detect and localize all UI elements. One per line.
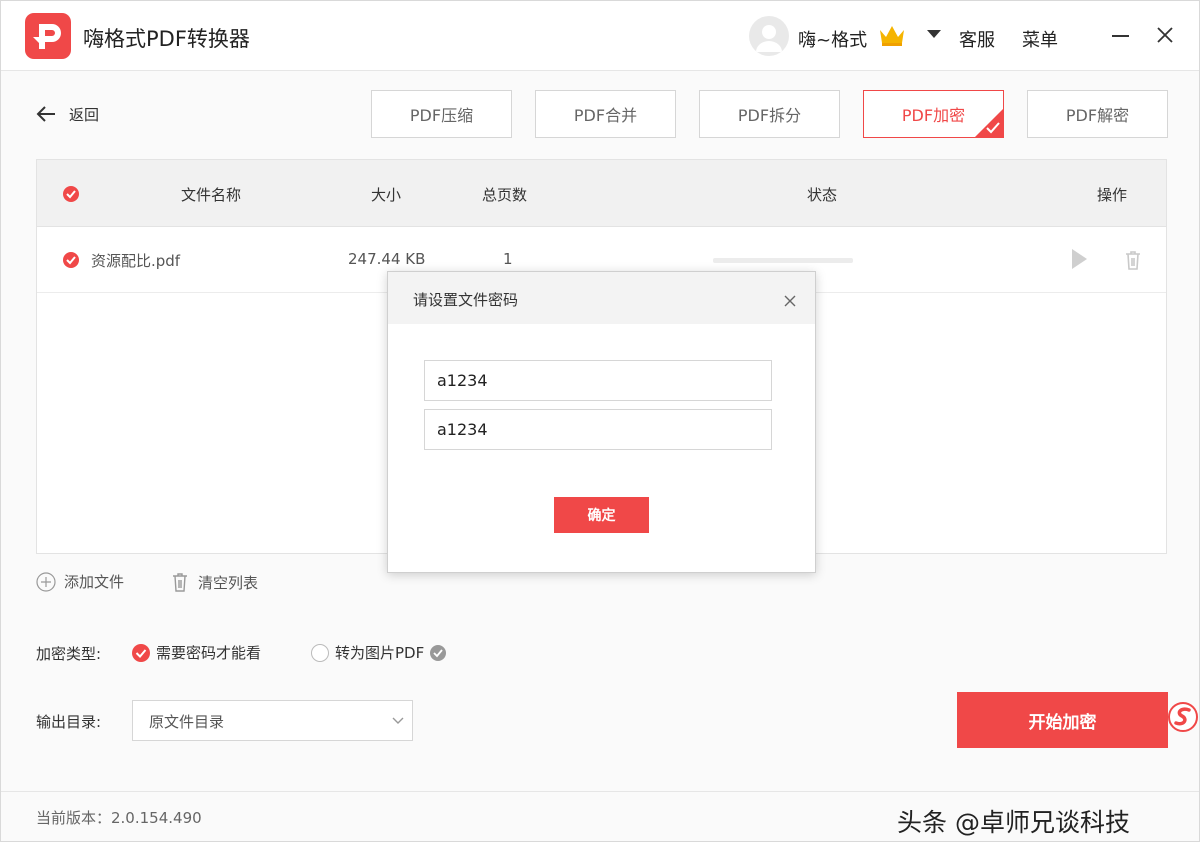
checkmark-icon — [63, 186, 79, 202]
help-icon[interactable] — [430, 645, 446, 661]
file-name: 资源配比.pdf — [91, 250, 180, 271]
vip-crown-icon — [877, 23, 907, 51]
radio-convert-to-image[interactable]: 转为图片PDF — [311, 642, 446, 663]
close-icon[interactable] — [784, 292, 796, 304]
title-bar: 嗨格式PDF转换器 嗨~格式 客服 菜单 — [1, 1, 1199, 71]
table-header: 文件名称 大小 总页数 状态 操作 — [37, 160, 1166, 227]
clear-list-label: 清空列表 — [198, 572, 258, 593]
sogou-ime-icon[interactable] — [1165, 697, 1200, 737]
tab-pdf-encrypt[interactable]: PDF加密 — [863, 90, 1004, 138]
minimize-icon[interactable] — [1112, 35, 1129, 37]
checkmark-icon — [63, 252, 79, 268]
tab-pdf-merge[interactable]: PDF合并 — [535, 90, 676, 138]
password-confirm-field[interactable] — [424, 409, 772, 450]
app-window: 嗨格式PDF转换器 嗨~格式 客服 菜单 返回 — [0, 0, 1200, 842]
tab-pdf-split[interactable]: PDF拆分 — [699, 90, 840, 138]
arrow-left-icon — [35, 104, 57, 124]
radio-unchecked-icon — [311, 644, 329, 662]
user-name[interactable]: 嗨~格式 — [798, 26, 867, 52]
status-progress-bar — [713, 258, 853, 263]
confirm-button[interactable]: 确定 — [554, 497, 649, 533]
select-all-checkbox[interactable] — [63, 186, 79, 202]
start-encrypt-button[interactable]: 开始加密 — [957, 692, 1168, 748]
file-size: 247.44 KB — [348, 250, 425, 268]
customer-service-link[interactable]: 客服 — [959, 26, 995, 52]
chevron-down-icon[interactable] — [927, 30, 941, 38]
password-dialog: 请设置文件密码 确定 — [387, 271, 816, 573]
column-header-action: 操作 — [1097, 184, 1127, 205]
column-header-status: 状态 — [807, 184, 837, 205]
radio-image-label: 转为图片PDF — [335, 642, 424, 663]
app-title: 嗨格式PDF转换器 — [83, 23, 250, 53]
output-dir-label: 输出目录: — [36, 711, 101, 732]
plus-circle-icon — [36, 572, 56, 592]
column-header-pages: 总页数 — [482, 184, 527, 205]
checkmark-icon — [986, 122, 1000, 134]
tab-pdf-compress[interactable]: PDF压缩 — [371, 90, 512, 138]
file-pages: 1 — [503, 250, 513, 268]
dialog-header: 请设置文件密码 — [388, 272, 815, 324]
radio-checked-icon — [132, 644, 150, 662]
watermark-text: 头条 @卓师兄谈科技 — [897, 803, 1130, 839]
dialog-title: 请设置文件密码 — [413, 289, 518, 310]
add-file-label: 添加文件 — [64, 571, 124, 592]
output-dir-value: 原文件目录 — [149, 711, 224, 732]
password-field[interactable] — [424, 360, 772, 401]
output-dir-select[interactable]: 原文件目录 — [132, 700, 413, 741]
tab-pdf-decrypt[interactable]: PDF解密 — [1027, 90, 1168, 138]
version-text: 当前版本：2.0.154.490 — [36, 807, 202, 828]
row-checkbox[interactable] — [63, 252, 79, 268]
column-header-name: 文件名称 — [181, 184, 241, 205]
clear-list-button[interactable]: 清空列表 — [170, 571, 258, 593]
radio-password-required[interactable]: 需要密码才能看 — [132, 642, 261, 663]
chevron-down-icon — [392, 717, 404, 725]
add-file-button[interactable]: 添加文件 — [36, 571, 124, 592]
app-logo-icon — [25, 13, 71, 59]
trash-icon[interactable] — [1123, 249, 1143, 275]
back-label: 返回 — [69, 104, 99, 125]
back-button[interactable]: 返回 — [35, 101, 99, 127]
avatar[interactable] — [749, 16, 789, 56]
trash-icon — [170, 571, 190, 593]
menu-link[interactable]: 菜单 — [1022, 26, 1058, 52]
footer: 当前版本：2.0.154.490 头条 @卓师兄谈科技 — [1, 791, 1199, 841]
play-icon[interactable] — [1072, 249, 1087, 269]
tab-label: PDF加密 — [902, 102, 965, 126]
close-icon[interactable] — [1153, 23, 1177, 47]
radio-password-label: 需要密码才能看 — [156, 642, 261, 663]
column-header-size: 大小 — [371, 184, 401, 205]
encryption-type-label: 加密类型: — [36, 643, 101, 664]
